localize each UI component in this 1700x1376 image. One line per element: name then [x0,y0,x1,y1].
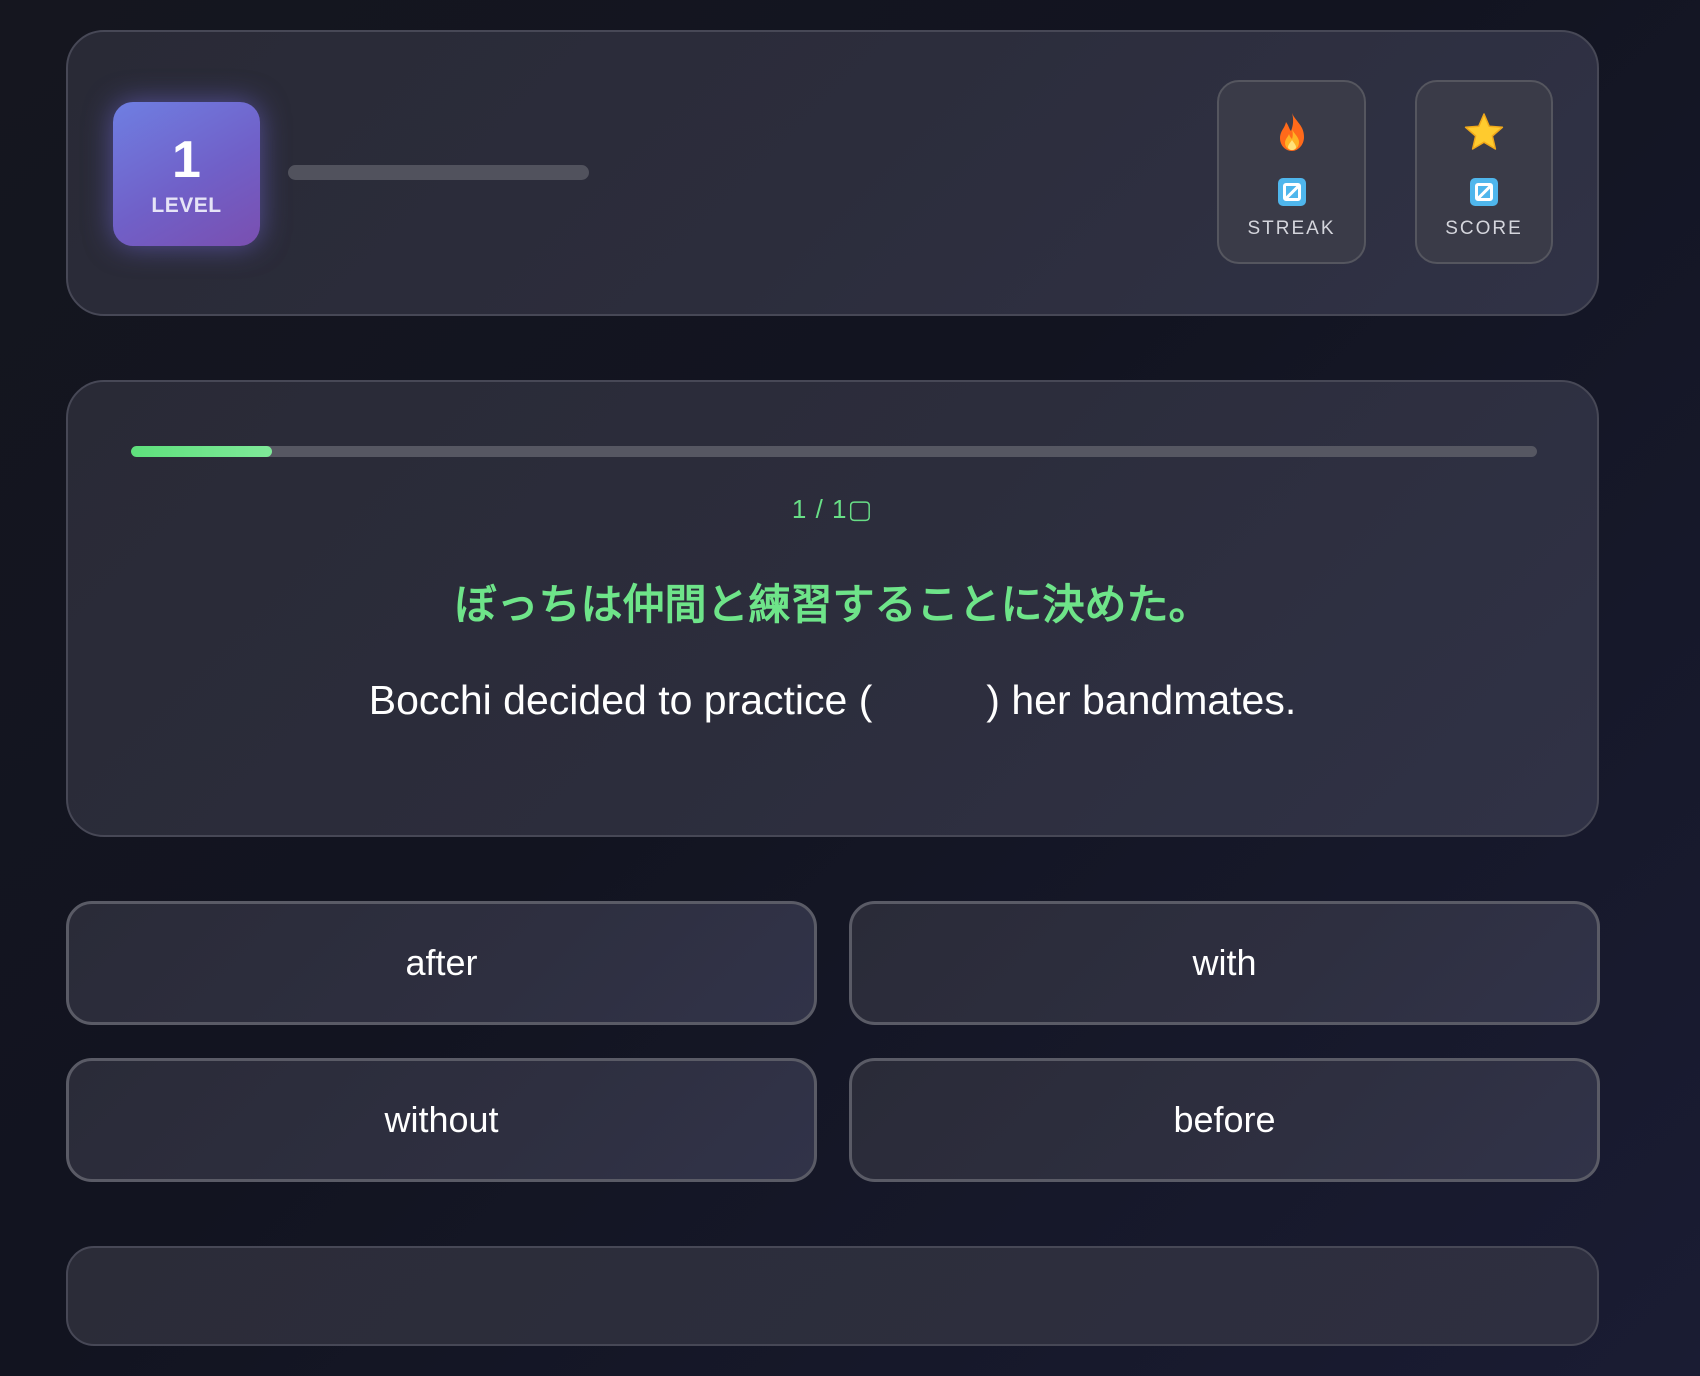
question-card: 1 / 1▢ ぼっちは仲間と練習することに決めた。 Bocchi decided… [66,380,1599,837]
level-label: LEVEL [151,194,222,217]
streak-value-icon [1277,178,1306,206]
answer-option-with[interactable]: with [849,901,1600,1025]
english-sentence: Bocchi decided to practice ( ) her bandm… [368,677,1297,723]
star-emoji-icon [1417,112,1551,152]
japanese-sentence: ぼっちは仲間と練習することに決めた。 [454,580,1211,629]
answer-option-without[interactable]: without [66,1058,817,1182]
streak-label: STREAK [1247,218,1336,239]
score-stat: SCORE [1415,80,1553,264]
level-badge: 1 LEVEL [113,102,260,246]
fire-emoji-icon [1219,112,1364,152]
feedback-panel [66,1246,1599,1346]
question-progress-bar [131,446,1537,457]
question-counter: 1 / 1▢ [791,494,874,524]
score-value-icon [1470,178,1498,206]
answer-option-before[interactable]: before [849,1058,1600,1182]
score-label: SCORE [1445,218,1523,239]
streak-stat: STREAK [1217,80,1366,264]
answer-option-after[interactable]: after [66,901,817,1025]
level-number: 1 [172,131,201,189]
xp-progress-bar [288,165,589,180]
stats-header: 1 LEVEL STREAK SCORE [66,30,1599,316]
question-progress-fill [131,446,272,457]
